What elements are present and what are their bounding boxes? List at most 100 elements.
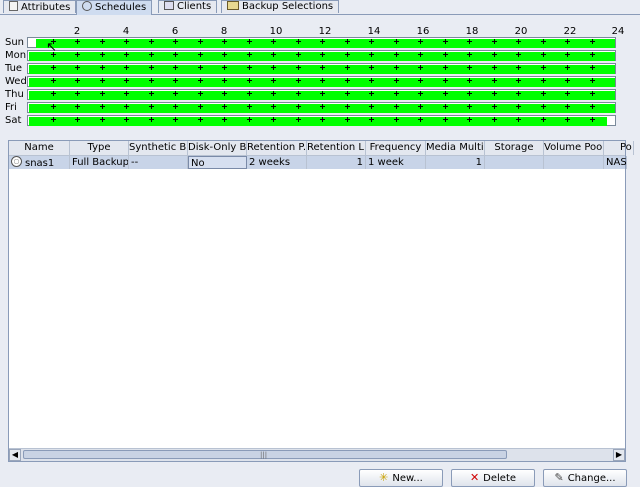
hour-tick xyxy=(149,78,154,83)
hour-tick xyxy=(345,78,350,83)
horizontal-scrollbar[interactable]: ◀ ||| ▶ xyxy=(9,448,625,461)
hour-tick xyxy=(345,52,350,57)
hour-tick xyxy=(100,78,105,83)
cell-volume-pool xyxy=(544,156,604,169)
tab-attributes[interactable]: Attributes xyxy=(3,0,77,13)
hour-tick xyxy=(394,117,399,122)
hour-tick xyxy=(369,117,374,122)
schedules-table: Name Type Synthetic B... Disk-Only B... … xyxy=(8,140,634,462)
hour-tick xyxy=(541,104,546,109)
new-button[interactable]: ✳ New... xyxy=(359,469,443,487)
tab-clients[interactable]: Clients xyxy=(158,0,218,13)
hour-tick xyxy=(75,52,80,57)
hour-tick xyxy=(75,104,80,109)
delete-button-label: Delete xyxy=(483,473,517,484)
day-label: Sat xyxy=(5,115,22,126)
schedule-window-grid: 2 4 6 8 10 12 14 16 18 20 22 24 Sun Mon … xyxy=(0,15,640,135)
new-button-label: New... xyxy=(392,473,423,484)
hour-tick xyxy=(467,104,472,109)
schedule-track[interactable] xyxy=(27,115,616,126)
column-header-retention-period[interactable]: Retention P... xyxy=(247,141,307,155)
column-header-storage[interactable]: Storage xyxy=(485,141,544,155)
hour-tick xyxy=(296,117,301,122)
column-header-volume-pool[interactable]: Volume Pool xyxy=(544,141,604,155)
schedule-track[interactable] xyxy=(27,63,616,74)
hour-tick xyxy=(222,78,227,83)
hour-tick xyxy=(590,117,595,122)
hour-tick xyxy=(149,52,154,57)
hour-tick xyxy=(590,65,595,70)
hour-tick xyxy=(271,52,276,57)
column-header-type[interactable]: Type xyxy=(70,141,129,155)
hour-label: 4 xyxy=(122,26,130,37)
schedule-track[interactable] xyxy=(27,76,616,87)
hour-tick xyxy=(565,117,570,122)
day-label: Thu xyxy=(5,89,24,100)
column-header-frequency[interactable]: Frequency xyxy=(366,141,426,155)
schedule-track[interactable] xyxy=(27,102,616,113)
hour-tick xyxy=(173,117,178,122)
hour-tick xyxy=(198,91,203,96)
hour-tick xyxy=(492,39,497,44)
hour-tick xyxy=(443,104,448,109)
hour-label: 14 xyxy=(367,26,381,37)
column-header-policy[interactable]: Po xyxy=(604,141,634,155)
hour-tick xyxy=(516,39,521,44)
column-header-media-multiplexing[interactable]: Media Multi... xyxy=(426,141,485,155)
hour-tick xyxy=(198,104,203,109)
hour-tick xyxy=(124,91,129,96)
hour-label: 18 xyxy=(465,26,479,37)
schedule-track[interactable] xyxy=(27,89,616,100)
hour-tick xyxy=(443,52,448,57)
hour-tick xyxy=(222,65,227,70)
hour-tick xyxy=(296,52,301,57)
sparkle-icon: ✳ xyxy=(379,471,389,484)
schedule-track[interactable] xyxy=(27,50,616,61)
hour-tick xyxy=(198,52,203,57)
hour-tick xyxy=(394,65,399,70)
cell-name: snas1 xyxy=(9,156,70,169)
hour-tick xyxy=(149,117,154,122)
column-header-disk-only-backup[interactable]: Disk-Only B... xyxy=(188,141,247,155)
table-row[interactable]: snas1 Full Backup -- No 2 weeks 1 1 week… xyxy=(9,156,627,169)
hour-tick xyxy=(565,52,570,57)
column-header-synthetic-backup[interactable]: Synthetic B... xyxy=(129,141,188,155)
hour-label: 10 xyxy=(269,26,283,37)
day-label: Wed xyxy=(5,76,27,87)
backup-selections-icon xyxy=(227,1,239,10)
hour-tick xyxy=(394,78,399,83)
hour-tick xyxy=(75,39,80,44)
cell-retention-period: 2 weeks xyxy=(247,156,307,169)
hour-tick xyxy=(149,91,154,96)
day-label: Tue xyxy=(5,63,23,74)
column-header-name[interactable]: Name xyxy=(9,141,70,155)
backup-window-bar[interactable] xyxy=(36,39,615,48)
hour-tick xyxy=(124,39,129,44)
hour-tick xyxy=(271,104,276,109)
delete-button[interactable]: ✕ Delete xyxy=(451,469,535,487)
hour-tick xyxy=(345,91,350,96)
hour-label: 24 xyxy=(611,26,625,37)
hour-tick xyxy=(320,52,325,57)
scroll-right-button[interactable]: ▶ xyxy=(613,449,625,461)
hour-tick xyxy=(565,104,570,109)
schedule-track[interactable] xyxy=(27,37,616,48)
hour-tick xyxy=(516,117,521,122)
hour-tick xyxy=(247,104,252,109)
hour-label: 20 xyxy=(514,26,528,37)
tab-attributes-label: Attributes xyxy=(21,2,71,13)
change-button[interactable]: ✎ Change... xyxy=(543,469,627,487)
hour-tick xyxy=(418,117,423,122)
hour-tick xyxy=(565,65,570,70)
hour-tick xyxy=(492,52,497,57)
cell-disk-only-backup[interactable]: No xyxy=(188,156,247,169)
scroll-left-button[interactable]: ◀ xyxy=(9,449,21,461)
tab-schedules[interactable]: Schedules xyxy=(76,0,153,15)
hour-tick xyxy=(173,52,178,57)
tab-backup-selections[interactable]: Backup Selections xyxy=(221,0,340,13)
column-header-retention-level[interactable]: Retention L... xyxy=(307,141,366,155)
hour-tick xyxy=(296,78,301,83)
hour-tick xyxy=(492,65,497,70)
hour-tick xyxy=(296,104,301,109)
scrollbar-thumb[interactable]: ||| xyxy=(23,450,507,459)
